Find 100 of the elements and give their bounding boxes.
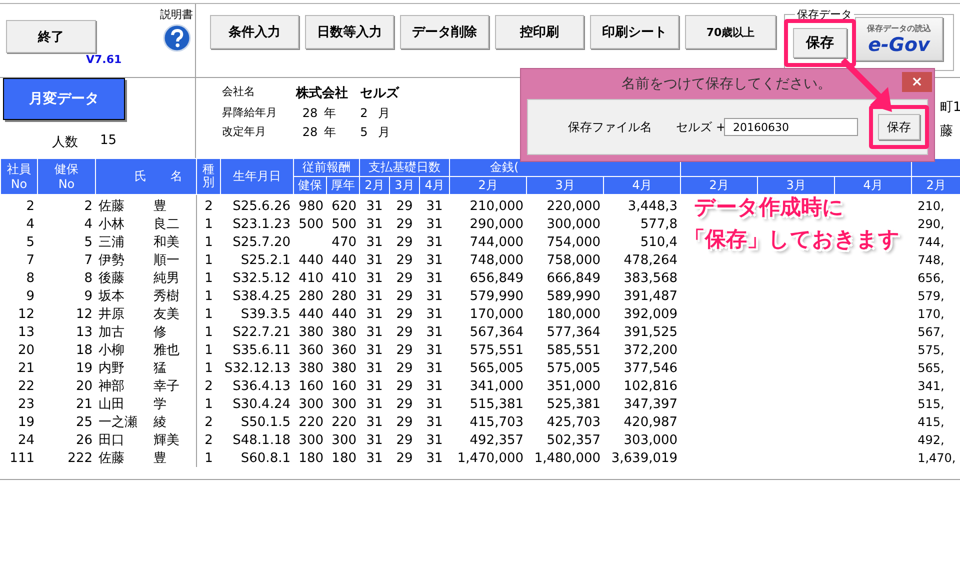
year-unit: 年	[324, 124, 336, 140]
table-cell-text: 13	[16, 324, 36, 341]
column-header: 3月	[390, 176, 420, 194]
table-cell-text: S32.12.13	[223, 360, 292, 377]
cut-off-text: 藤	[940, 123, 954, 140]
table-cell-text: 656,849	[468, 270, 525, 287]
table-cell-text: 383,568	[622, 270, 679, 287]
table-cell-text: 579,	[916, 288, 946, 305]
table-cell: 2	[196, 194, 220, 215]
table-cell-text: 7	[25, 252, 36, 269]
table-cell-text: 29	[395, 324, 414, 341]
dialog-title: 名前をつけて保存してください。	[620, 75, 832, 93]
egov-load-button[interactable]: 保存データの読込 e-Gov	[855, 17, 943, 61]
table-cell-text: 220	[298, 414, 324, 431]
table-cell-text: 2	[83, 198, 94, 215]
table-cell-text: 神部	[98, 378, 126, 395]
table-cell: 学	[150, 395, 196, 413]
table-cell-text: 7	[83, 252, 94, 269]
column-header: 健保	[294, 176, 326, 194]
table-cell-text: 220,000	[546, 198, 602, 215]
table-cell: 和美	[150, 233, 196, 251]
table-cell-text: 31	[365, 234, 384, 251]
monthly-data-button[interactable]: 月変データ	[3, 78, 125, 120]
table-cell-text: 1,470,000	[456, 450, 525, 467]
table-cell-text: 29	[395, 288, 414, 305]
file-name-prefix: セルズ +	[676, 118, 724, 136]
table-cell-text: 31	[365, 306, 384, 323]
table-cell-text: S60.8.1	[240, 450, 292, 467]
table-cell-text: 31	[365, 216, 384, 233]
table-cell-text: 21	[16, 360, 36, 377]
table-cell-text: 754,000	[546, 234, 602, 251]
table-cell: 純男	[150, 269, 196, 287]
table-cell: 1	[196, 395, 220, 413]
table-cell-text: 222	[66, 450, 94, 467]
table-cell-text: 佐藤	[98, 450, 126, 467]
month-unit: 月	[378, 105, 390, 121]
table-cell: 猛	[150, 359, 196, 377]
table-cell-text: 492,	[916, 432, 946, 449]
table-cell-text: 31	[425, 306, 444, 323]
table-cell-text: 31	[425, 414, 444, 431]
table-cell-text: 360	[298, 342, 324, 359]
cut-off-text: 町1	[940, 99, 960, 116]
column-header: 厚年	[326, 176, 360, 194]
table-cell-text: 180	[330, 450, 358, 467]
table-cell-text: 372,200	[622, 342, 679, 359]
table-cell-text: 575,005	[546, 360, 602, 377]
table-cell-text: 377,546	[622, 360, 679, 377]
table-cell-text: 31	[425, 342, 444, 359]
table-cell: 良二	[150, 215, 196, 233]
close-button[interactable]: ×	[902, 72, 932, 92]
column-header: 支払基礎日数	[360, 158, 450, 176]
manual-label: 説明書	[160, 8, 193, 22]
table-cell-text: 210,	[916, 198, 946, 215]
table-cell-text: 加古	[98, 324, 126, 341]
table-cell-text: 29	[395, 396, 414, 413]
table-cell-text: 29	[395, 414, 414, 431]
dialog-save-button[interactable]: 保存	[878, 114, 920, 140]
table-cell-text: 210,000	[468, 198, 525, 215]
exit-button[interactable]: 終了	[6, 20, 96, 53]
date-label: 昇降給年月	[222, 105, 278, 121]
table-cell-text: 303,000	[622, 432, 679, 449]
table-cell-text: 31	[365, 396, 384, 413]
table-cell-text: 小柳	[98, 342, 126, 359]
table-cell-text: 470	[330, 234, 358, 251]
column-header: 4月	[420, 176, 450, 194]
file-name-label: 保存ファイル名	[568, 118, 653, 136]
toolbar-button[interactable]: データ削除	[400, 15, 489, 49]
table-cell-text: 415,	[916, 414, 946, 431]
column-header: 健保 No	[38, 158, 96, 194]
toolbar-button[interactable]: 控印刷	[495, 15, 584, 49]
table-cell-text: 525,381	[546, 396, 602, 413]
column-header: 名	[150, 158, 196, 194]
toolbar-button[interactable]: 日数等入力	[305, 15, 394, 49]
help-icon[interactable]	[162, 24, 190, 52]
toolbar-button[interactable]: 70歳以上	[685, 15, 776, 49]
table-cell-text: 後藤	[98, 270, 126, 287]
table-cell-text: 280	[330, 288, 358, 305]
table-cell-text: 500	[298, 216, 324, 233]
headcount-label: 人数	[52, 134, 78, 151]
table-cell-text: S23.1.23	[232, 216, 292, 233]
table-cell-text: 290,	[916, 216, 946, 233]
save-button[interactable]: 保存	[793, 28, 847, 58]
table-cell-text: 19	[16, 414, 36, 431]
column-header: 2月	[912, 176, 960, 194]
table-cell-text: 410	[298, 270, 324, 287]
table-cell-text: 31	[365, 288, 384, 305]
pointer-arrow	[840, 58, 892, 112]
toolbar-button[interactable]: 印刷シート	[590, 15, 679, 49]
toolbar-button[interactable]: 条件入力	[210, 15, 299, 49]
file-name-field[interactable]: 20160630	[724, 118, 858, 136]
table-cell-text: 440	[298, 306, 324, 323]
table-cell: 2	[196, 377, 220, 395]
table-cell-text: 440	[330, 252, 358, 269]
table-cell-text: 20	[74, 378, 94, 395]
table-cell-text: 31	[425, 198, 444, 215]
table-cell-text: 31	[425, 252, 444, 269]
table-cell-text: 31	[365, 324, 384, 341]
table-cell-text: 29	[395, 216, 414, 233]
table-cell-text: 180,000	[546, 306, 602, 323]
table-cell-text: 5	[25, 234, 36, 251]
